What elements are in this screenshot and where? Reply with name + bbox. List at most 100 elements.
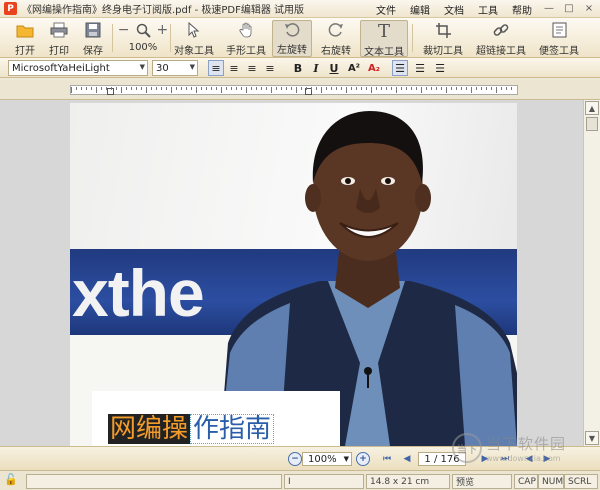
window-controls: — □ ×	[540, 1, 598, 16]
ruler-tick	[316, 87, 317, 90]
caption-left-text[interactable]: 网编操	[108, 414, 191, 444]
print-button[interactable]: 打印	[44, 20, 74, 57]
toolbar-divider	[170, 24, 171, 52]
bold-button[interactable]: B	[290, 60, 306, 76]
printer-icon	[50, 20, 68, 40]
ruler-tick	[461, 87, 462, 90]
align-justify-button[interactable]: ≡	[262, 60, 278, 76]
document-viewport[interactable]: xthe 网编操 作指南	[0, 100, 583, 446]
zoom-in-icon[interactable]: +	[157, 22, 169, 38]
ruler-tick	[251, 87, 252, 90]
scroll-thumb[interactable]	[586, 117, 598, 131]
rotate-right-label: 右旋转	[321, 46, 351, 57]
menu-file[interactable]: 文件	[376, 2, 396, 17]
object-tool-button[interactable]: 对象工具	[172, 20, 216, 57]
align-right-icon: ≡	[247, 61, 257, 75]
font-family-select[interactable]: MicrosoftYaHeiLight ▼	[8, 60, 148, 76]
menu-help[interactable]: 帮助	[512, 2, 532, 17]
ruler-tick	[166, 87, 167, 90]
menu-tools[interactable]: 工具	[478, 2, 498, 17]
ruler-tick	[406, 87, 407, 90]
save-button[interactable]: 保存	[78, 20, 108, 57]
vertical-scrollbar[interactable]: ▲ ▼	[583, 100, 600, 446]
ruler-tick	[91, 87, 92, 90]
zoom-out-icon[interactable]: −	[118, 22, 130, 38]
font-size-select[interactable]: 30 ▼	[152, 60, 198, 76]
link-tool-button[interactable]: 超链接工具	[474, 20, 528, 57]
align-justify-icon: ≡	[265, 61, 275, 75]
align-left-button[interactable]: ≡	[208, 60, 224, 76]
underline-button[interactable]: U	[326, 60, 342, 76]
status-message	[26, 474, 282, 489]
ruler-tick	[256, 87, 257, 90]
ruler-tick	[366, 87, 367, 90]
ruler-tick	[231, 87, 232, 90]
toolbar-divider	[112, 24, 113, 52]
ruler-tick	[111, 87, 112, 90]
ruler-tick	[286, 87, 287, 90]
ruler-tick	[321, 87, 322, 93]
hand-icon	[239, 20, 254, 40]
arrow-cursor-icon	[188, 20, 200, 40]
rotate-left-button[interactable]: 左旋转	[272, 20, 312, 57]
ruler-tick	[481, 87, 482, 90]
zoom-out-button[interactable]: −	[288, 452, 302, 466]
hand-tool-button[interactable]: 手形工具	[224, 20, 268, 57]
line-spacing-single-button[interactable]: ☰	[392, 60, 408, 76]
ruler-tick	[281, 87, 282, 90]
toolbar-divider	[412, 24, 413, 52]
crop-tool-button[interactable]: 裁切工具	[420, 20, 466, 57]
caption-text-box[interactable]: 网编操 作指南	[108, 414, 275, 444]
ruler-tick	[511, 87, 512, 90]
note-tool-button[interactable]: 便签工具	[536, 20, 582, 57]
line-spacing-medium-button[interactable]: ☰	[412, 60, 428, 76]
ruler-tick	[396, 87, 397, 93]
watermark-text-group: 当下软件园 www.downxia.com	[486, 433, 566, 463]
text-tool-label: 文本工具	[364, 47, 404, 58]
menu-edit[interactable]: 编辑	[410, 2, 430, 17]
zoom-group: − + 100%	[116, 20, 170, 57]
align-left-icon: ≡	[211, 61, 221, 75]
superscript-button[interactable]: A²	[346, 60, 362, 76]
ruler-tick	[196, 87, 197, 93]
ruler-tick	[411, 87, 412, 90]
scroll-up-icon[interactable]: ▲	[585, 101, 599, 115]
ruler-tick	[306, 87, 307, 90]
ruler-tick	[386, 87, 387, 90]
align-center-button[interactable]: ≡	[226, 60, 242, 76]
watermark-logo: 当下	[452, 433, 482, 463]
prev-page-icon[interactable]: ◀	[400, 452, 414, 466]
ruler-tick	[121, 87, 122, 93]
magnifier-icon[interactable]	[136, 23, 151, 38]
first-page-icon[interactable]: ⏮	[380, 452, 394, 466]
window-title: 《网编操作指南》终身电子订阅版.pdf - 极速PDF编辑器 试用版	[22, 5, 305, 16]
text-tool-button[interactable]: T 文本工具	[360, 20, 408, 58]
ruler-tick	[211, 87, 212, 90]
minimize-button[interactable]: —	[540, 1, 558, 16]
close-button[interactable]: ×	[580, 1, 598, 16]
ruler-tick	[311, 87, 312, 90]
menu-document[interactable]: 文档	[444, 2, 464, 17]
open-button[interactable]: 打开	[10, 20, 40, 57]
zoom-in-button[interactable]: +	[356, 452, 370, 466]
subscript-button[interactable]: A₂	[366, 60, 382, 76]
pdf-page[interactable]: xthe 网编操 作指南	[70, 103, 517, 446]
line-spacing-double-button[interactable]: ☰	[432, 60, 448, 76]
ruler-tick	[506, 87, 507, 90]
align-right-button[interactable]: ≡	[244, 60, 260, 76]
watermark-url: www.downxia.com	[486, 454, 561, 463]
hand-tool-label: 手形工具	[226, 46, 266, 57]
maximize-button[interactable]: □	[560, 1, 578, 16]
ruler-tick	[401, 87, 402, 90]
zoom-select[interactable]: 100% ▼	[302, 452, 352, 466]
ruler-tick	[246, 87, 247, 93]
unlock-icon[interactable]: 🔓	[4, 473, 18, 486]
print-label: 打印	[49, 46, 69, 57]
crop-tool-label: 裁切工具	[423, 46, 463, 57]
ruler-tick	[441, 87, 442, 90]
rotate-right-button[interactable]: 右旋转	[316, 20, 356, 57]
caption-right-text[interactable]: 作指南	[190, 414, 275, 444]
format-toolbar: MicrosoftYaHeiLight ▼ 30 ▼ ≡ ≡ ≡ ≡ B I U…	[0, 58, 600, 78]
caption-panel: 网编操 作指南	[92, 391, 340, 446]
italic-button[interactable]: I	[308, 60, 324, 76]
